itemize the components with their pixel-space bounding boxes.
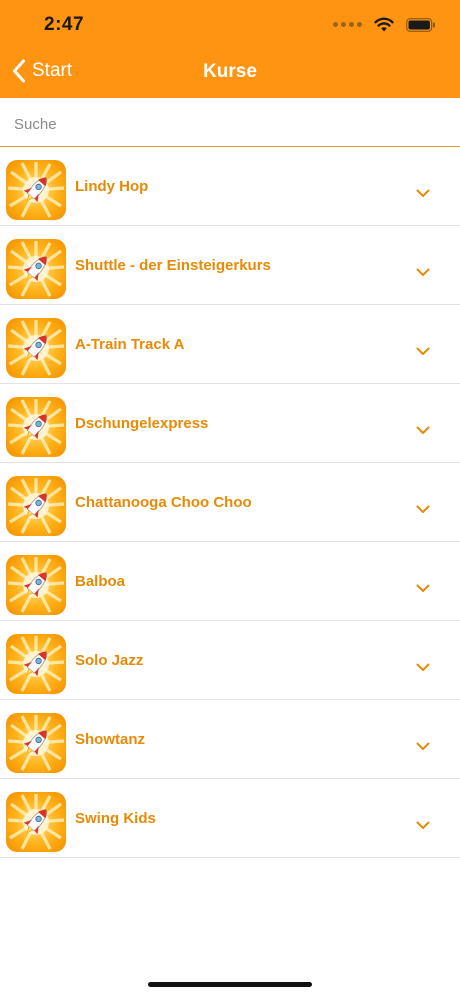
course-list: Lindy Hop Shuttle - der Einsteigerkurs A… [0,147,460,858]
chevron-down-icon[interactable] [416,580,430,598]
chevron-down-icon[interactable] [416,659,430,677]
navigation-header: 2:47 Start Kurse [0,0,460,98]
course-row[interactable]: Dschungelexpress [0,384,460,463]
course-row[interactable]: Chattanooga Choo Choo [0,463,460,542]
rocket-app-icon [6,476,66,536]
rocket-app-icon [6,160,66,220]
course-title: Dschungelexpress [75,415,209,432]
course-row[interactable]: Swing Kids [0,779,460,858]
course-title: Swing Kids [75,810,156,827]
home-indicator[interactable] [148,982,312,987]
chevron-down-icon[interactable] [416,501,430,519]
course-row[interactable]: Balboa [0,542,460,621]
rocket-app-icon [6,713,66,773]
rocket-app-icon [6,318,66,378]
chevron-down-icon[interactable] [416,738,430,756]
course-row[interactable]: Showtanz [0,700,460,779]
course-title: Showtanz [75,731,145,748]
chevron-down-icon[interactable] [416,817,430,835]
search-bar [0,98,460,147]
chevron-down-icon[interactable] [416,343,430,361]
course-title: Lindy Hop [75,178,149,195]
screen: 2:47 Start Kurse Suche Lindy Hop Shuttle… [0,0,460,996]
wifi-icon [374,17,394,32]
course-title: Balboa [75,573,126,590]
search-input[interactable] [12,112,446,136]
rocket-app-icon [6,555,66,615]
battery-icon [406,17,435,32]
chevron-down-icon[interactable] [416,422,430,440]
rocket-app-icon [6,792,66,852]
course-row[interactable]: A-Train Track A [0,305,460,384]
course-title: Chattanooga Choo Choo [75,494,252,511]
rocket-app-icon [6,397,66,457]
course-row[interactable]: Lindy Hop [0,147,460,226]
rocket-app-icon [6,239,66,299]
course-title: Solo Jazz [75,652,144,669]
course-row[interactable]: Shuttle - der Einsteigerkurs [0,226,460,305]
cellular-signal-icon [333,22,362,27]
rocket-app-icon [6,634,66,694]
course-title: Shuttle - der Einsteigerkurs [75,257,271,274]
chevron-down-icon[interactable] [416,185,430,203]
course-title: A-Train Track A [75,336,185,353]
page-title: Kurse [203,61,257,82]
chevron-down-icon[interactable] [416,264,430,282]
status-icons [333,17,436,32]
status-time: 2:47 [44,14,85,35]
course-row[interactable]: Solo Jazz [0,621,460,700]
